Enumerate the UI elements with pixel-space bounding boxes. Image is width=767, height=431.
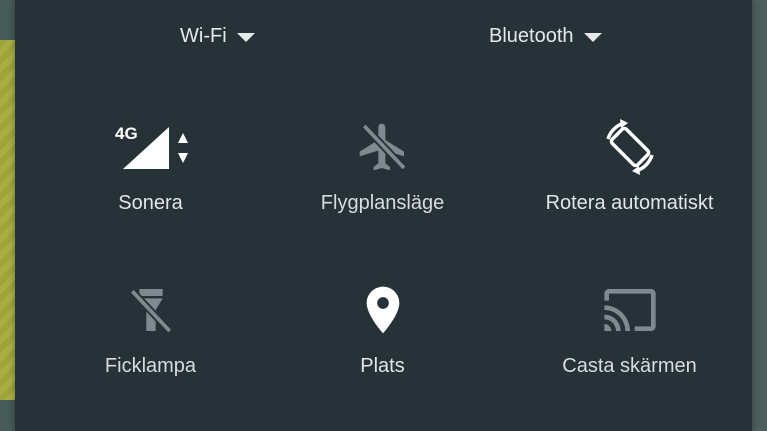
cast-screen-icon	[590, 275, 670, 345]
tile-label-location: Plats	[360, 355, 405, 377]
chevron-down-icon	[236, 32, 255, 42]
cellular-signal-4g-icon: 4G	[111, 112, 191, 182]
chevron-down-icon	[583, 32, 602, 42]
tile-label-flashlight: Ficklampa	[104, 355, 197, 377]
tile-auto-rotate[interactable]: Rotera automatiskt	[507, 112, 752, 262]
tile-sonera[interactable]: 4G Sonera	[28, 112, 273, 262]
toggle-row: Wi-Fi Bluetooth	[15, 0, 752, 72]
flashlight-off-icon	[111, 275, 191, 345]
location-pin-icon	[343, 275, 423, 345]
bluetooth-label: Bluetooth	[489, 24, 574, 47]
tile-label-airplane-mode: Flygplansläge	[320, 192, 445, 214]
quick-settings-panel: Wi-Fi Bluetooth 4G Sonera Flygplansläge …	[15, 0, 752, 431]
tile-label-auto-rotate: Rotera automatiskt	[545, 192, 714, 214]
wifi-dropdown[interactable]: Wi-Fi	[180, 22, 255, 50]
tile-location[interactable]: Plats	[260, 275, 505, 425]
tile-label-sonera: Sonera	[118, 192, 183, 214]
wifi-label: Wi-Fi	[180, 24, 227, 47]
airplane-mode-off-icon	[343, 112, 423, 182]
tile-label-cast-screen: Casta skärmen	[562, 355, 697, 377]
bluetooth-dropdown[interactable]: Bluetooth	[489, 22, 602, 50]
auto-rotate-icon	[590, 112, 670, 182]
tile-flashlight[interactable]: Ficklampa	[28, 275, 273, 425]
network-type-badge: 4G	[115, 124, 138, 143]
tile-cast-screen[interactable]: Casta skärmen	[507, 275, 752, 425]
tile-airplane-mode[interactable]: Flygplansläge	[260, 112, 505, 262]
